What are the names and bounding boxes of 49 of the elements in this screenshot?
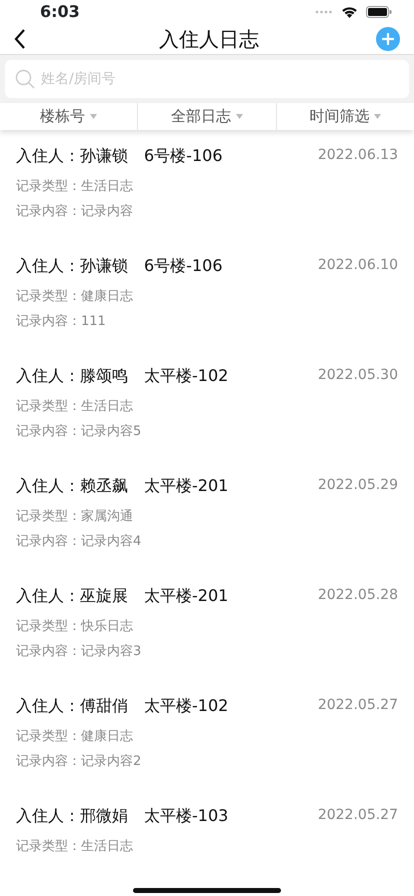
room-number: 6号楼-106 [144,254,222,276]
record-content: 记录内容：记录内容4 [16,533,142,551]
record-content: 记录内容：记录内容 [16,203,134,221]
search-icon [15,69,35,89]
resident-name: 入住人：巫旋展 [16,584,128,606]
page-title: 入住人日志 [159,26,259,53]
wifi-icon [341,6,358,18]
room-number: 太平楼-102 [144,364,228,386]
log-date: 2022.06.10 [318,256,398,275]
resident-name: 入住人：赖丞飙 [16,474,128,496]
record-type: 记录类型：生活日志 [16,398,134,416]
record-content: 记录内容：记录内容3 [16,643,142,661]
resident-name: 入住人：邢微娟 [16,804,128,826]
back-icon [14,29,26,49]
record-type: 记录类型：生活日志 [16,178,134,196]
record-type: 记录类型：健康日志 [16,288,134,306]
resident-name: 入住人：孙谦锁 [16,254,128,276]
filter-dropdown[interactable]: 时间筛选 [305,103,386,130]
log-date: 2022.06.13 [318,146,398,165]
record-content: 记录内容：记录内容2 [16,753,142,771]
status-time: 6:03 [40,1,80,23]
record-type: 记录类型：生活日志 [16,838,134,856]
room-number: 6号楼-106 [144,144,222,166]
caret-icon [374,114,382,119]
record-type: 记录类型：健康日志 [16,728,134,746]
resident-name: 入住人：傅甜俏 [16,694,128,716]
resident-name: 入住人：滕颂鸣 [16,364,128,386]
room-number: 太平楼-201 [144,474,228,496]
record-content: 记录内容：111 [16,313,107,331]
room-number: 太平楼-103 [144,804,228,826]
room-number: 太平楼-201 [144,584,228,606]
log-date: 2022.05.27 [318,806,398,825]
log-date: 2022.05.30 [318,366,398,385]
record-content: 记录内容：记录内容5 [16,423,142,441]
signal-icon [315,10,333,14]
battery-icon [366,6,392,18]
log-date: 2022.05.29 [318,476,398,495]
filter-dropdown[interactable]: 楼栋号 [36,103,102,130]
log-date: 2022.05.28 [318,586,398,605]
record-type: 记录类型：快乐日志 [16,618,134,636]
room-number: 太平楼-102 [144,694,228,716]
caret-icon [236,114,243,119]
search-field[interactable]: 姓名/房间号 [5,60,409,98]
filter-dropdown[interactable]: 全部日志 [166,103,247,130]
caret-icon [90,114,98,119]
resident-name: 入住人：孙谦锁 [16,144,128,166]
plus-icon [382,33,394,45]
log-date: 2022.05.27 [318,696,398,715]
record-type: 记录类型：家属沟通 [16,508,134,526]
